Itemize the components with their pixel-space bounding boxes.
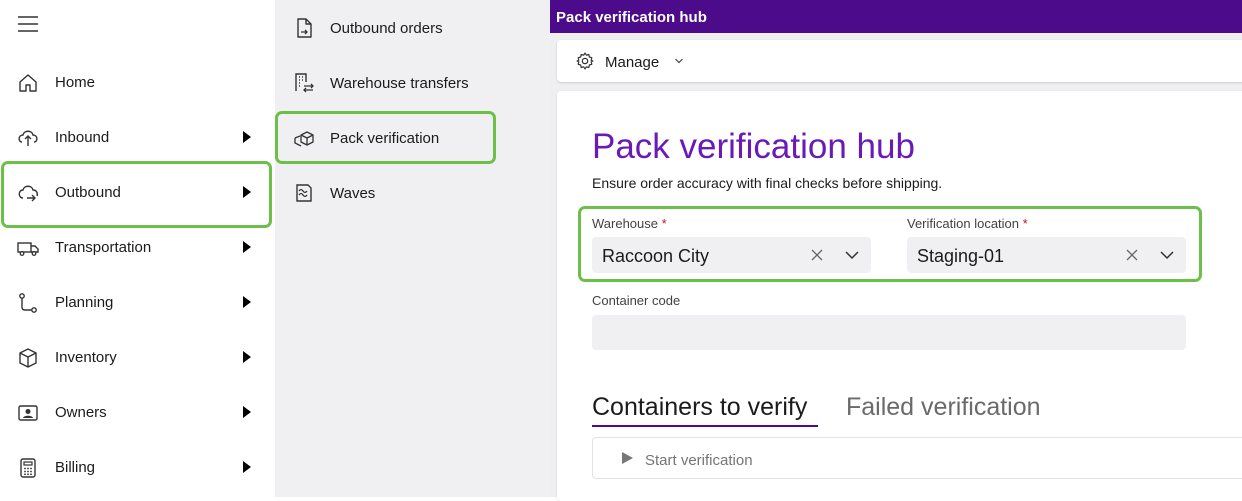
nav-item-label: Owners [55, 404, 107, 421]
play-icon [620, 451, 634, 465]
active-tab-indicator [592, 425, 818, 427]
nav-item-label: Outbound [55, 184, 121, 201]
nav-item-label: Home [55, 74, 96, 91]
verification-location-combobox[interactable]: Staging-01 [907, 237, 1186, 273]
hamburger-menu-icon[interactable] [16, 12, 40, 36]
main-area: Pack verification hub Manage Pack verifi… [550, 0, 1242, 501]
verification-location-value: Staging-01 [917, 246, 1005, 266]
app-title-bar: Pack verification hub [550, 0, 1242, 33]
nav-item-transportation[interactable]: Transportation [0, 221, 272, 276]
home-icon [16, 71, 40, 95]
chevron-down-icon[interactable] [1159, 247, 1175, 263]
contact-card-icon [16, 401, 40, 425]
nav-item-inventory[interactable]: Inventory [0, 331, 272, 386]
expand-arrow-icon [243, 296, 251, 308]
app-title: Pack verification hub [556, 9, 707, 26]
calculator-icon [16, 456, 40, 480]
nav-item-outbound[interactable]: Outbound [0, 166, 272, 221]
page-subtitle: Ensure order accuracy with final checks … [592, 175, 943, 191]
nav-item-inbound[interactable]: Inbound [0, 111, 272, 166]
submenu-item-pack-verification[interactable]: Pack verification [275, 111, 555, 166]
nav-item-label: Inventory [55, 349, 117, 366]
warehouse-label: Warehouse * [592, 216, 667, 231]
box-icon [16, 346, 40, 370]
truck-icon [16, 236, 40, 260]
submenu-item-label: Pack verification [330, 130, 440, 147]
expand-arrow-icon [243, 351, 251, 363]
warehouse-combobox[interactable]: Raccoon City [592, 237, 871, 273]
clear-warehouse-icon[interactable] [810, 248, 824, 262]
nav-item-label: Planning [55, 294, 114, 311]
page-title: Pack verification hub [592, 127, 915, 166]
warehouse-value: Raccoon City [602, 246, 710, 266]
nav-item-label: Transportation [55, 239, 152, 256]
submenu-item-label: Waves [330, 185, 376, 202]
container-code-input[interactable] [592, 315, 1186, 350]
verification-location-label: Verification location * [907, 216, 1028, 231]
gear-icon [575, 51, 595, 71]
tab-failed-verification[interactable]: Failed verification [846, 393, 1041, 422]
start-verification-button[interactable]: Start verification [593, 438, 793, 478]
nav-item-label: Billing [55, 459, 96, 476]
clear-location-icon[interactable] [1125, 248, 1139, 262]
submenu-item-label: Outbound orders [330, 20, 443, 37]
nav-item-billing[interactable]: Billing [0, 441, 272, 496]
required-asterisk: * [661, 216, 667, 231]
expand-arrow-icon [243, 406, 251, 418]
building-transfer-icon [292, 71, 316, 95]
submenu-item-label: Warehouse transfers [330, 75, 469, 92]
expand-arrow-icon [243, 461, 251, 473]
document-icon [292, 16, 316, 40]
tab-containers-to-verify[interactable]: Containers to verify [592, 393, 807, 422]
expand-arrow-icon [243, 131, 251, 143]
submenu-item-warehouse-transfers[interactable]: Warehouse transfers [275, 56, 555, 111]
nav-item-owners[interactable]: Owners [0, 386, 272, 441]
left-navigation: Home Inbound Outbound Transportation Pla… [0, 0, 275, 497]
required-asterisk: * [1022, 216, 1028, 231]
expand-arrow-icon [243, 241, 251, 253]
nav-item-label: Inbound [55, 129, 110, 146]
container-code-label: Container code [592, 293, 681, 308]
nav-item-planning[interactable]: Planning [0, 276, 272, 331]
inbound-icon [16, 126, 40, 150]
manage-button[interactable]: Manage [557, 40, 697, 82]
manage-label: Manage [605, 54, 660, 71]
chevron-down-icon [674, 56, 684, 66]
boxes-icon [292, 126, 316, 150]
chevron-down-icon[interactable] [844, 247, 860, 263]
command-bar: Manage [557, 40, 1242, 82]
waves-icon [292, 181, 316, 205]
nav-item-home[interactable]: Home [0, 56, 272, 111]
expand-arrow-icon [243, 186, 251, 198]
start-verification-label: Start verification [645, 452, 753, 469]
submenu-item-outbound-orders[interactable]: Outbound orders [275, 1, 555, 56]
submenu-item-waves[interactable]: Waves [275, 166, 555, 221]
outbound-submenu: Outbound orders Warehouse transfers Pack… [275, 0, 555, 497]
outbound-icon [16, 181, 40, 205]
planning-icon [16, 291, 40, 315]
grid-command-bar: Start verification [592, 437, 1242, 479]
